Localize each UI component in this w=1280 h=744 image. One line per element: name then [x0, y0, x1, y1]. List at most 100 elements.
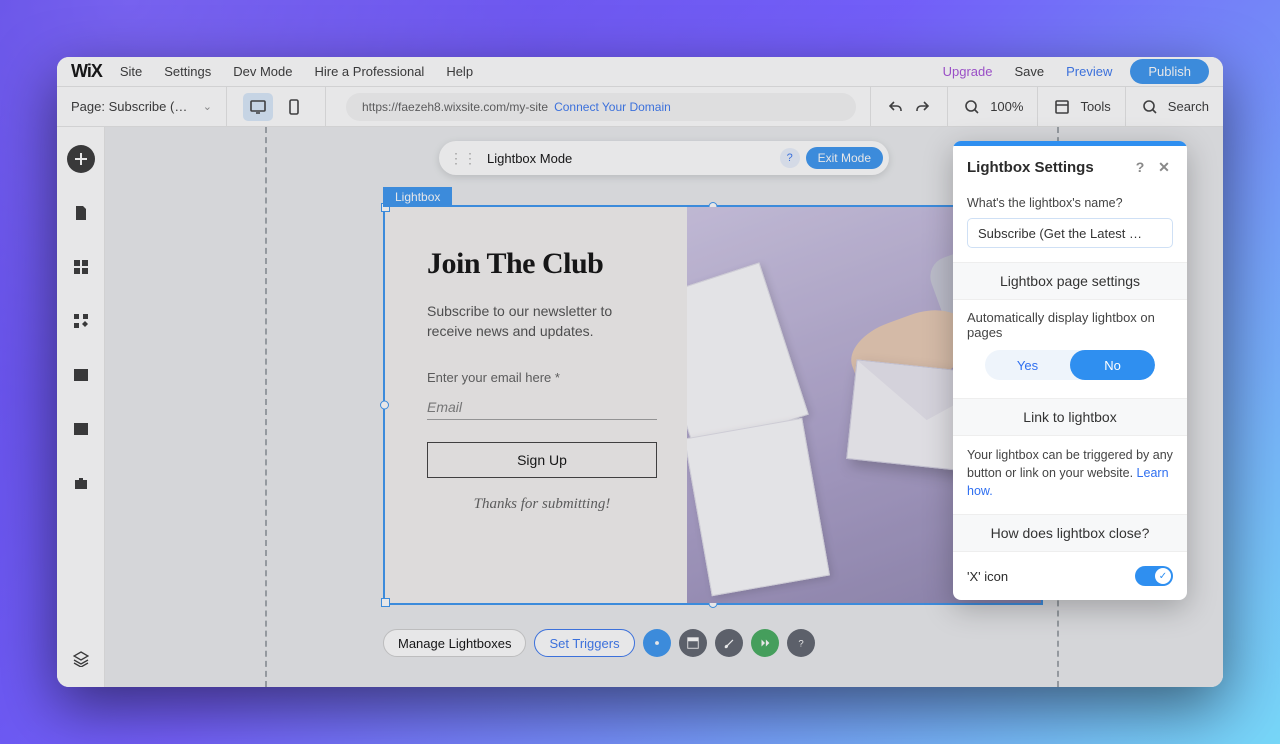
thanks-message: Thanks for submitting!	[427, 496, 657, 513]
zoom-icon	[962, 97, 982, 117]
layout-button[interactable]	[679, 629, 707, 657]
auto-display-question: Automatically display lightbox on pages	[967, 310, 1173, 340]
grid-icon	[73, 259, 89, 275]
app-frame: WiX Site Settings Dev Mode Hire a Profes…	[57, 57, 1223, 687]
page-icon	[73, 205, 89, 221]
toolbar: Page: Subscribe (… ⌄ https://faezeh8.wix…	[57, 87, 1223, 127]
menu-help[interactable]: Help	[446, 64, 473, 79]
mode-help-button[interactable]: ?	[780, 148, 800, 168]
pages-button[interactable]	[67, 199, 95, 227]
add-element-button[interactable]	[67, 145, 95, 173]
chevron-down-icon: ⌄	[203, 100, 212, 113]
layout-icon	[686, 636, 700, 650]
data-button[interactable]	[67, 415, 95, 443]
page-selector[interactable]: Page: Subscribe (… ⌄	[57, 87, 227, 126]
lightbox-heading: Join The Club	[427, 247, 645, 281]
url-bar: https://faezeh8.wixsite.com/my-site Conn…	[326, 87, 870, 126]
toggle-no[interactable]: No	[1070, 350, 1155, 380]
design-circ-button[interactable]	[715, 629, 743, 657]
question-icon: ?	[794, 636, 808, 650]
help-circ-button[interactable]: ?	[787, 629, 815, 657]
section-close: How does lightbox close?	[953, 515, 1187, 552]
tools-button[interactable]: Tools	[1037, 87, 1124, 126]
left-rail	[57, 127, 105, 687]
design-button[interactable]	[67, 253, 95, 281]
name-question: What's the lightbox's name?	[967, 196, 1173, 210]
mobile-view-button[interactable]	[279, 93, 309, 121]
section-link: Link to lightbox	[953, 399, 1187, 436]
menubar: WiX Site Settings Dev Mode Hire a Profes…	[57, 57, 1223, 87]
link-description: Your lightbox can be triggered by any bu…	[967, 448, 1173, 498]
resize-handle[interactable]	[380, 401, 389, 410]
manage-lightboxes-button[interactable]: Manage Lightboxes	[383, 629, 526, 657]
panel-close-button[interactable]: ✕	[1155, 158, 1173, 176]
search-button[interactable]: Search	[1125, 87, 1223, 126]
plus-icon	[73, 151, 89, 167]
undo-button[interactable]	[885, 97, 905, 117]
signup-button[interactable]: Sign Up	[427, 442, 657, 478]
gear-icon	[650, 636, 664, 650]
image-icon	[73, 367, 89, 383]
auto-display-toggle: Yes No	[985, 350, 1155, 380]
tools-icon	[1052, 97, 1072, 117]
undo-redo	[870, 87, 947, 126]
media-button[interactable]	[67, 361, 95, 389]
email-input[interactable]	[427, 395, 657, 420]
settings-gear-button[interactable]	[643, 629, 671, 657]
menu-hire[interactable]: Hire a Professional	[314, 64, 424, 79]
business-button[interactable]	[67, 469, 95, 497]
desktop-icon	[250, 99, 266, 115]
element-actions: Manage Lightboxes Set Triggers ?	[383, 629, 815, 657]
svg-text:?: ?	[798, 639, 803, 650]
drag-handle-icon[interactable]: ⋮⋮	[449, 150, 477, 167]
apps-button[interactable]	[67, 307, 95, 335]
lightbox-subtext: Subscribe to our newsletter to receive n…	[427, 301, 645, 342]
url-pill[interactable]: https://faezeh8.wixsite.com/my-site Conn…	[346, 93, 856, 121]
email-label: Enter your email here *	[427, 370, 645, 385]
toggle-yes[interactable]: Yes	[985, 350, 1070, 380]
apps-icon	[73, 313, 89, 329]
publish-button[interactable]: Publish	[1130, 59, 1209, 84]
search-icon	[1140, 97, 1160, 117]
guide-left	[265, 127, 267, 687]
lightbox-element[interactable]: Join The Club Subscribe to our newslette…	[383, 205, 1043, 605]
panel-help-button[interactable]: ?	[1131, 158, 1149, 176]
layers-icon	[73, 651, 89, 667]
lightbox-settings-panel: Lightbox Settings ? ✕ What's the lightbo…	[953, 141, 1187, 600]
connect-domain-link[interactable]: Connect Your Domain	[554, 100, 671, 114]
save-button[interactable]: Save	[1014, 64, 1044, 79]
zoom-value: 100%	[990, 99, 1023, 114]
device-switch	[227, 87, 326, 126]
lightbox-tag[interactable]: Lightbox	[383, 187, 452, 207]
desktop-view-button[interactable]	[243, 93, 273, 121]
x-icon-label: 'X' icon	[967, 569, 1008, 584]
menu-settings[interactable]: Settings	[164, 64, 211, 79]
layers-button[interactable]	[67, 645, 95, 673]
zoom-control[interactable]: 100%	[947, 87, 1037, 126]
upgrade-link[interactable]: Upgrade	[943, 64, 993, 79]
table-icon	[73, 421, 89, 437]
redo-button[interactable]	[913, 97, 933, 117]
mode-title: Lightbox Mode	[487, 151, 572, 166]
search-label: Search	[1168, 99, 1209, 114]
lightbox-form: Join The Club Subscribe to our newslette…	[385, 207, 687, 603]
mobile-icon	[286, 99, 302, 115]
menu-site[interactable]: Site	[120, 64, 142, 79]
wix-logo: WiX	[71, 61, 102, 82]
briefcase-icon	[73, 475, 89, 491]
lightbox-mode-bar: ⋮⋮ Lightbox Mode ? Exit Mode	[439, 141, 889, 175]
set-triggers-button[interactable]: Set Triggers	[534, 629, 634, 657]
animation-button[interactable]	[751, 629, 779, 657]
site-url: https://faezeh8.wixsite.com/my-site	[362, 100, 548, 114]
section-page-settings: Lightbox page settings	[953, 263, 1187, 300]
x-icon-toggle[interactable]	[1135, 566, 1173, 586]
preview-button[interactable]: Preview	[1066, 64, 1112, 79]
exit-mode-button[interactable]: Exit Mode	[806, 147, 883, 169]
tools-label: Tools	[1080, 99, 1110, 114]
menu-devmode[interactable]: Dev Mode	[233, 64, 292, 79]
lightbox-name-input[interactable]	[967, 218, 1173, 248]
animation-icon	[758, 636, 772, 650]
panel-title: Lightbox Settings	[967, 159, 1094, 176]
page-selector-label: Page: Subscribe (…	[71, 99, 187, 114]
brush-icon	[722, 636, 736, 650]
